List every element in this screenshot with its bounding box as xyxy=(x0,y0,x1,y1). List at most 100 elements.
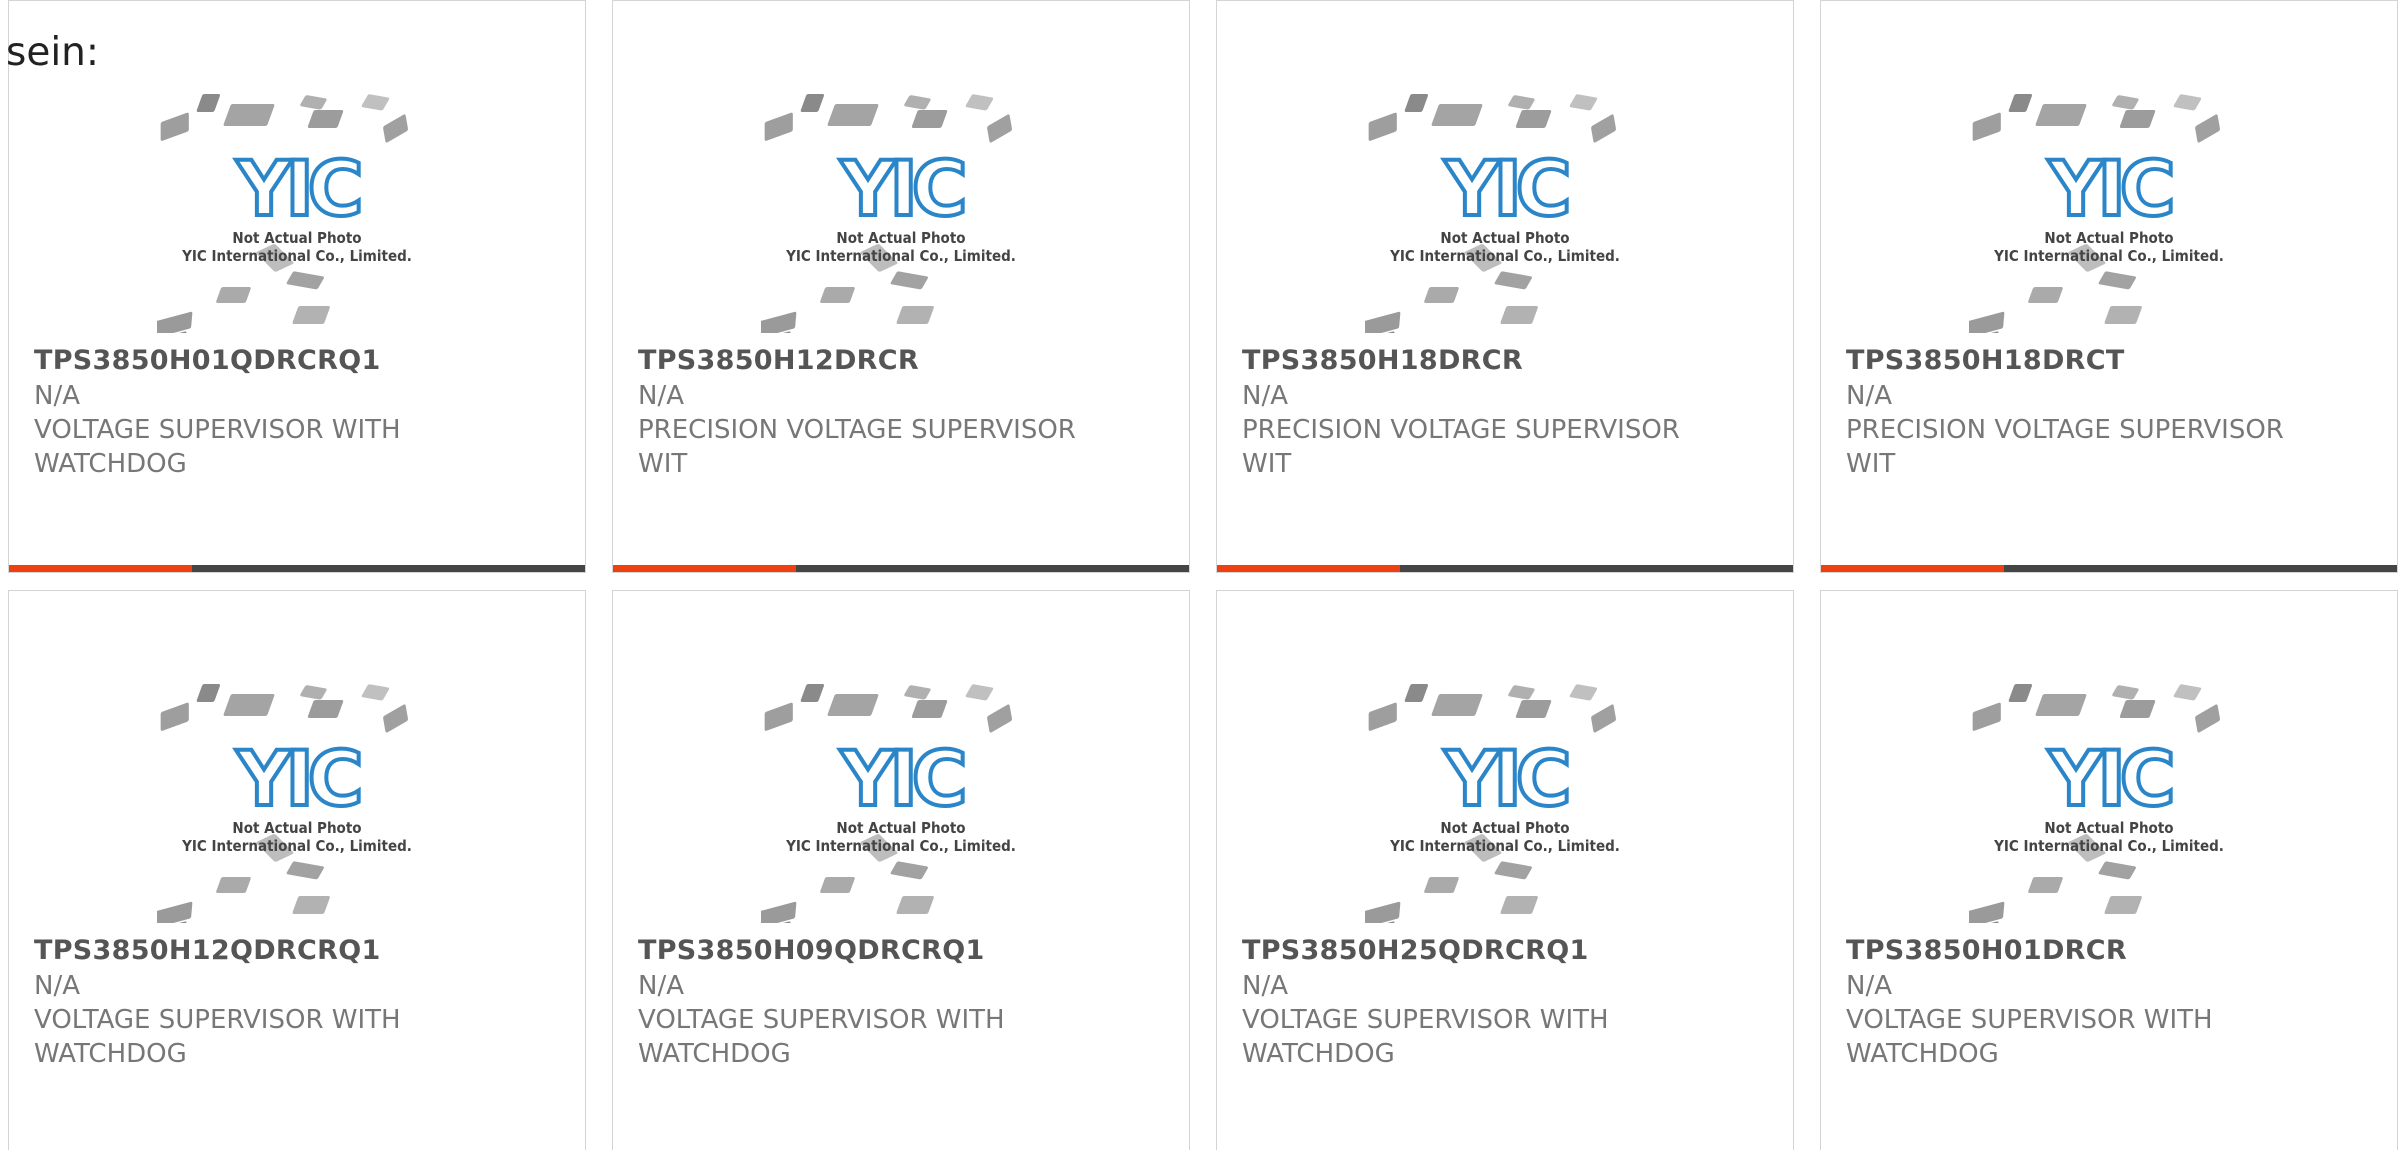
chip-shape xyxy=(307,700,344,718)
product-photo-placeholder: YICNot Actual PhotoYIC International Co.… xyxy=(157,94,412,333)
chip-shape xyxy=(2112,685,2139,700)
chip-shape xyxy=(890,271,928,290)
product-photo-placeholder: YICNot Actual PhotoYIC International Co.… xyxy=(157,684,412,923)
photo-caption-line1: Not Actual Photo xyxy=(836,229,965,247)
chip-shape xyxy=(904,685,931,700)
product-photo-placeholder: YICNot Actual PhotoYIC International Co.… xyxy=(1365,684,1620,923)
product-card[interactable]: YIC Not Actual Photo YIC International Co.… xyxy=(612,0,1190,573)
chip-shape xyxy=(160,112,189,141)
card-bottom-bar xyxy=(1821,565,2397,572)
chip-shape xyxy=(904,95,931,110)
photo-caption-line1: Not Actual Photo xyxy=(836,819,965,837)
chip-shape xyxy=(196,684,221,702)
product-card[interactable]: YIC Not Actual Photo YIC International Co.… xyxy=(1216,590,1794,1150)
product-card[interactable]: YIC Not Actual Photo YIC International Co.… xyxy=(8,0,586,573)
card-bottom-bar xyxy=(1217,565,1793,572)
yic-logo: YIC xyxy=(839,734,962,823)
chip-shape xyxy=(827,104,879,126)
chip-shape xyxy=(896,306,934,324)
yic-logo: YIC xyxy=(2047,734,2170,823)
chip-shape xyxy=(1972,702,2001,731)
yic-logo: YIC xyxy=(1443,734,1566,823)
chip-shape xyxy=(2104,306,2142,324)
chip-shape xyxy=(1500,306,1538,324)
chip-shape xyxy=(383,114,408,143)
product-card[interactable]: YIC Not Actual Photo YIC International Co.… xyxy=(1216,0,1794,573)
product-manufacturer: N/A xyxy=(34,381,80,411)
page: YIC Not Actual Photo YIC International Co.… xyxy=(0,0,2407,1150)
chip-shape xyxy=(1591,114,1616,143)
photo-caption-line2: YIC International Co., Limited. xyxy=(1389,247,1620,265)
yic-logo: YIC xyxy=(235,734,358,823)
chip-shape xyxy=(2195,114,2220,143)
chip-shape xyxy=(1494,861,1532,880)
chip-shape xyxy=(286,861,324,880)
chip-shape xyxy=(1424,877,1459,893)
chip-shape xyxy=(383,704,408,733)
chip-shape xyxy=(1508,685,1535,700)
chip-shape xyxy=(1591,704,1616,733)
chip-shape xyxy=(2173,684,2202,701)
photo-caption-line1: Not Actual Photo xyxy=(232,229,361,247)
product-part-number[interactable]: TPS3850H12QDRCRQ1 xyxy=(34,935,381,966)
chip-shape xyxy=(2008,94,2033,112)
product-part-number[interactable]: TPS3850H18DRCT xyxy=(1846,345,2125,376)
chip-shape xyxy=(196,94,221,112)
chip-shape xyxy=(300,95,327,110)
chip-shape xyxy=(1500,896,1538,914)
product-manufacturer: N/A xyxy=(1242,971,1288,1001)
chip-shape xyxy=(216,287,251,303)
product-manufacturer: N/A xyxy=(1846,971,1892,1001)
product-manufacturer: N/A xyxy=(1846,381,1892,411)
product-part-number[interactable]: TPS3850H25QDRCRQ1 xyxy=(1242,935,1589,966)
product-description: PRECISION VOLTAGE SUPERVISOR WIT xyxy=(638,415,1076,479)
product-part-number[interactable]: TPS3850H01QDRCRQ1 xyxy=(34,345,381,376)
photo-caption-line1: Not Actual Photo xyxy=(232,819,361,837)
chip-shape xyxy=(1404,94,1429,112)
product-manufacturer: N/A xyxy=(638,971,684,1001)
chip-shape xyxy=(896,896,934,914)
yic-logo: YIC xyxy=(2047,144,2170,233)
chip-shape xyxy=(820,877,855,893)
product-description: VOLTAGE SUPERVISOR WITH WATCHDOG xyxy=(34,1005,401,1069)
product-card[interactable]: YIC Not Actual Photo YIC International Co.… xyxy=(8,590,586,1150)
product-manufacturer: N/A xyxy=(34,971,80,1001)
product-card[interactable]: YIC Not Actual Photo YIC International Co.… xyxy=(1820,590,2398,1150)
card-bar-accent xyxy=(1821,565,2004,572)
chip-shape xyxy=(157,901,193,923)
chip-shape xyxy=(1515,110,1552,128)
photo-caption-line2: YIC International Co., Limited. xyxy=(1993,837,2224,855)
yic-logo: YIC xyxy=(235,144,358,233)
product-photo-placeholder: YICNot Actual PhotoYIC International Co.… xyxy=(1365,94,1620,333)
chip-shape xyxy=(1972,112,2001,141)
product-part-number[interactable]: TPS3850H01DRCR xyxy=(1846,935,2127,966)
chip-shape xyxy=(157,311,193,333)
product-description: PRECISION VOLTAGE SUPERVISOR WIT xyxy=(1846,415,2284,479)
product-card[interactable]: YIC Not Actual Photo YIC International Co.… xyxy=(1820,0,2398,573)
product-description: VOLTAGE SUPERVISOR WITH WATCHDOG xyxy=(638,1005,1005,1069)
chip-shape xyxy=(1494,271,1532,290)
card-bottom-bar xyxy=(613,565,1189,572)
photo-caption-line1: Not Actual Photo xyxy=(1440,229,1569,247)
chip-shape xyxy=(2119,700,2156,718)
chip-shape xyxy=(820,287,855,303)
chip-shape xyxy=(1368,112,1397,141)
yic-logo: YIC xyxy=(1443,144,1566,233)
chip-shape xyxy=(361,684,390,701)
chip-shape xyxy=(307,110,344,128)
product-part-number[interactable]: TPS3850H09QDRCRQ1 xyxy=(638,935,985,966)
chip-shape xyxy=(2112,95,2139,110)
product-description: VOLTAGE SUPERVISOR WITH WATCHDOG xyxy=(1846,1005,2213,1069)
chip-shape xyxy=(286,271,324,290)
product-part-number[interactable]: TPS3850H18DRCR xyxy=(1242,345,1523,376)
product-card[interactable]: YIC Not Actual Photo YIC International Co.… xyxy=(612,590,1190,1150)
product-part-number[interactable]: TPS3850H12DRCR xyxy=(638,345,919,376)
chip-shape xyxy=(2098,271,2136,290)
chip-shape xyxy=(965,94,994,111)
chip-shape xyxy=(1515,700,1552,718)
yic-logo: YIC xyxy=(839,144,962,233)
chip-shape xyxy=(890,861,928,880)
chip-shape xyxy=(827,694,879,716)
chip-shape xyxy=(1365,901,1401,923)
photo-caption-line1: Not Actual Photo xyxy=(1440,819,1569,837)
